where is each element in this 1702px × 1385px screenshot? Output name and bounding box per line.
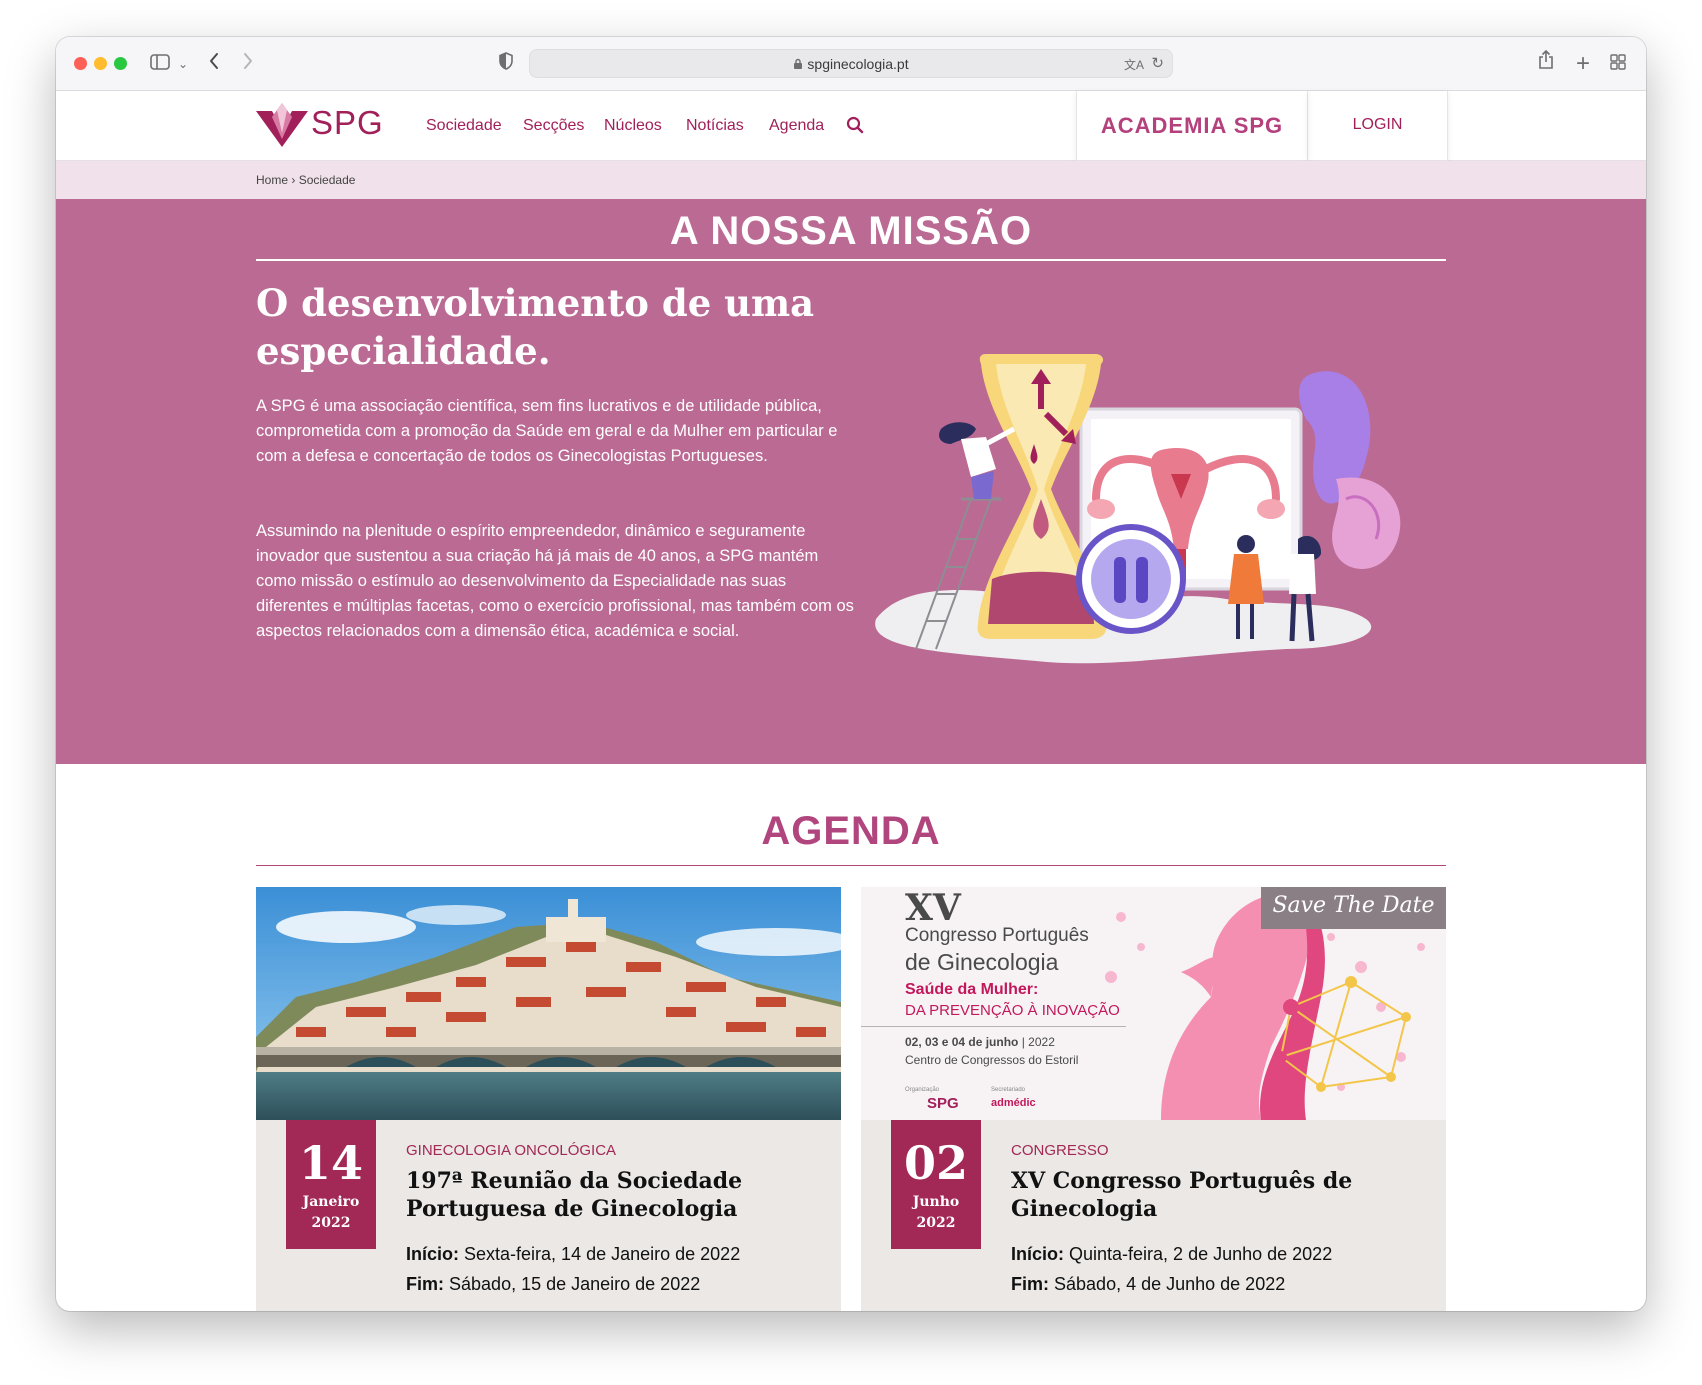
poster-venue: Centro de Congressos do Estoril xyxy=(905,1053,1079,1067)
academia-label: ACADEMIA SPG xyxy=(1100,113,1284,138)
sidebar-icon[interactable] xyxy=(148,50,172,78)
poster-sponsor: admédic xyxy=(991,1097,1036,1109)
close-window-button[interactable] xyxy=(74,57,87,70)
event-date-badge: 14 Janeiro 2022 xyxy=(286,1120,376,1249)
mission-illustration xyxy=(875,354,1401,664)
mission-section: A NOSSA MISSÃO O desenvolvimento de uma … xyxy=(56,199,1646,764)
event-year: 2022 xyxy=(311,1215,351,1231)
breadcrumb: Home › Sociedade xyxy=(56,161,1646,199)
chevron-down-icon[interactable]: ⌄ xyxy=(176,50,190,78)
event-month: Junho xyxy=(912,1194,960,1210)
poster-subtitle1: Saúde da Mulher: xyxy=(905,981,1039,998)
nav-seccoes[interactable]: Secções xyxy=(523,116,584,136)
breadcrumb-current: Sociedade xyxy=(298,173,356,187)
event-image-coimbra[interactable] xyxy=(256,887,841,1120)
url-text: spginecologia.pt xyxy=(807,56,909,72)
breadcrumb-separator: › xyxy=(291,173,296,187)
breadcrumb-home[interactable]: Home xyxy=(256,173,288,187)
event-start: Início: Sexta-feira, 14 de Janeiro de 20… xyxy=(406,1244,741,1264)
event-end: Fim: Sábado, 15 de Janeiro de 2022 xyxy=(406,1274,701,1294)
mission-divider xyxy=(256,259,1446,261)
back-icon[interactable] xyxy=(204,50,224,78)
event-end: Fim: Sábado, 4 de Junho de 2022 xyxy=(1011,1274,1286,1294)
poster-dates: 02, 03 e 04 de junho | 2022 xyxy=(905,1035,1055,1049)
event-year: 2022 xyxy=(916,1215,956,1231)
mission-title: A NOSSA MISSÃO xyxy=(669,209,1033,253)
poster-subtitle2: DA PREVENÇÃO À INOVAÇÃO xyxy=(905,1002,1120,1019)
event-category[interactable]: GINECOLOGIA ONCOLÓGICA xyxy=(406,1142,616,1159)
tab-overview-icon[interactable] xyxy=(1608,50,1628,78)
mission-paragraph-2: Assumindo na plenitude o espírito empree… xyxy=(256,522,854,640)
city-photo xyxy=(256,887,841,1120)
privacy-shield-icon[interactable] xyxy=(496,50,516,78)
lock-icon xyxy=(794,58,803,69)
mission-heading: O desenvolvimento de uma especialidade. xyxy=(256,281,815,373)
poster-sec-label: Secretariado xyxy=(991,1087,1026,1093)
nav-noticias[interactable]: Notícias xyxy=(686,116,744,136)
agenda-title: AGENDA xyxy=(761,809,941,853)
nav-sociedade[interactable]: Sociedade xyxy=(426,116,502,136)
event-date-badge: 02 Junho 2022 xyxy=(891,1120,981,1249)
poster-save-the-date: Save The Date xyxy=(1272,893,1435,918)
new-tab-icon[interactable]: + xyxy=(1573,50,1593,78)
academia-spg-link[interactable]: ACADEMIA SPG xyxy=(1076,91,1308,161)
event-card[interactable]: 14 Janeiro 2022 GINECOLOGIA ONCOLÓGICA 1… xyxy=(256,887,841,1311)
nav-agenda[interactable]: Agenda xyxy=(769,116,824,136)
event-title[interactable]: XV Congresso Português de Ginecologia xyxy=(1011,1167,1431,1223)
search-icon[interactable] xyxy=(846,116,864,139)
minimize-window-button[interactable] xyxy=(94,57,107,70)
logo-text[interactable]: SPG xyxy=(311,105,384,141)
poster-line1: Congresso Português xyxy=(905,925,1089,946)
zoom-window-button[interactable] xyxy=(114,57,127,70)
event-title[interactable]: 197ª Reunião da Sociedade Portuguesa de … xyxy=(406,1167,826,1223)
site-header: SPG Sociedade Secções Núcleos Notícias A… xyxy=(56,91,1646,161)
agenda-divider xyxy=(256,865,1446,866)
mission-paragraph-1: A SPG é uma associação científica, sem f… xyxy=(256,397,838,465)
event-category[interactable]: CONGRESSO xyxy=(1011,1142,1109,1159)
login-button[interactable]: LOGIN xyxy=(1308,91,1448,161)
nav-nucleos[interactable]: Núcleos xyxy=(604,116,662,136)
login-label: LOGIN xyxy=(1352,116,1403,133)
event-day: 02 xyxy=(903,1136,968,1190)
event-day: 14 xyxy=(298,1136,363,1190)
event-card[interactable]: XV Congresso Português de Ginecologia Sa… xyxy=(861,887,1446,1311)
share-icon[interactable] xyxy=(1536,49,1556,78)
event-start: Início: Quinta-feira, 2 de Junho de 2022 xyxy=(1011,1244,1333,1264)
poster-roman: XV xyxy=(905,887,961,929)
event-image-congress-poster[interactable]: XV Congresso Português de Ginecologia Sa… xyxy=(861,887,1446,1120)
spg-logo-icon[interactable] xyxy=(256,103,308,149)
poster-org-label: Organização xyxy=(905,1087,940,1093)
forward-icon[interactable] xyxy=(238,50,258,78)
browser-window: ⌄ spginecologia.pt 文A ↻ + SPG Sociedade … xyxy=(56,37,1646,1311)
event-month: Janeiro xyxy=(302,1194,360,1210)
browser-toolbar: ⌄ spginecologia.pt 文A ↻ + xyxy=(56,37,1646,91)
poster-spg-logo: SPG xyxy=(927,1095,959,1112)
address-bar[interactable]: spginecologia.pt 文A ↻ xyxy=(529,49,1173,78)
poster-line2: de Ginecologia xyxy=(905,949,1059,975)
translate-icon[interactable]: 文A xyxy=(1124,56,1144,73)
reload-icon[interactable]: ↻ xyxy=(1151,54,1164,72)
